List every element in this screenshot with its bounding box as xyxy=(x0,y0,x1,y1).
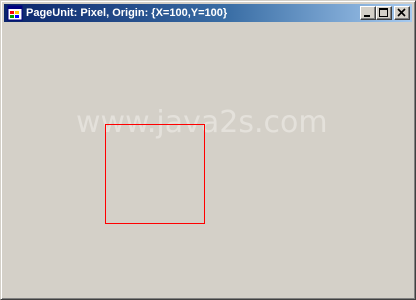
maximize-button[interactable] xyxy=(376,6,392,20)
maximize-icon xyxy=(379,8,388,17)
window-title: PageUnit: Pixel, Origin: {X=100,Y=100} xyxy=(26,7,228,19)
client-area[interactable]: www.java2s.com xyxy=(4,23,412,297)
app-window: PageUnit: Pixel, Origin: {X=100,Y=100} w… xyxy=(0,0,416,300)
drawn-rectangle xyxy=(105,124,205,224)
title-bar[interactable]: PageUnit: Pixel, Origin: {X=100,Y=100} xyxy=(4,4,412,22)
close-button[interactable] xyxy=(394,6,410,20)
minimize-button[interactable] xyxy=(360,6,376,20)
minimize-icon xyxy=(364,15,370,17)
close-icon xyxy=(397,8,406,17)
app-icon[interactable] xyxy=(7,5,23,21)
